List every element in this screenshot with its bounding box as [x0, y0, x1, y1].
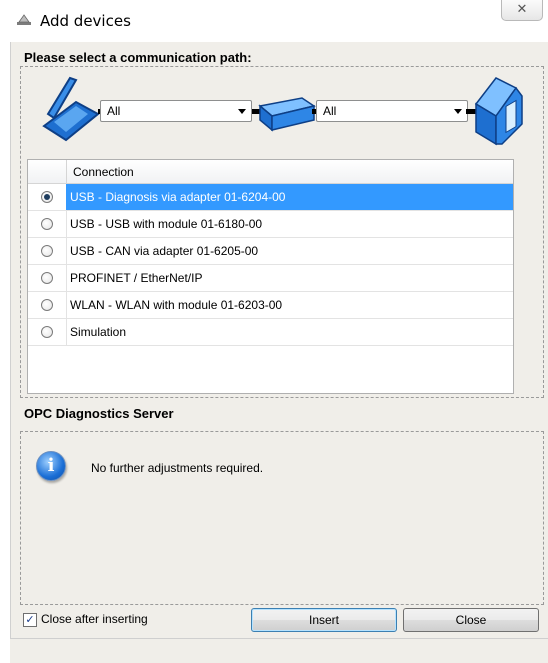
- radio-button[interactable]: [41, 245, 53, 257]
- chevron-down-icon: [238, 109, 246, 114]
- connection-row[interactable]: Simulation: [28, 319, 513, 346]
- laptop-icon: [42, 76, 100, 142]
- window-close-button[interactable]: ✕: [501, 0, 543, 21]
- info-message: No further adjustments required.: [91, 461, 264, 475]
- connection-label: PROFINET / EtherNet/IP: [70, 271, 203, 285]
- device-icon: [474, 77, 523, 146]
- device-combo-value: All: [323, 104, 337, 118]
- path-section-label: Please select a communication path:: [24, 50, 252, 65]
- close-button[interactable]: Close: [403, 608, 539, 632]
- connection-label: Simulation: [70, 325, 127, 339]
- window-title: Add devices: [40, 12, 131, 30]
- radio-button[interactable]: [41, 218, 53, 230]
- connection-grid: Connection USB - Diagnosis via adapter 0…: [27, 159, 514, 394]
- device-combo[interactable]: All: [316, 100, 468, 122]
- close-after-inserting-label[interactable]: Close after inserting: [41, 612, 148, 626]
- grid-header: Connection: [28, 160, 513, 184]
- close-after-inserting-checkbox[interactable]: ✓: [23, 613, 37, 627]
- connection-label: USB - CAN via adapter 01-6205-00: [70, 244, 259, 258]
- radio-button-selected[interactable]: [41, 191, 53, 203]
- server-panel: [20, 431, 544, 605]
- connection-column-header[interactable]: Connection: [73, 165, 134, 179]
- app-icon: [17, 14, 31, 25]
- connection-row[interactable]: USB - Diagnosis via adapter 01-6204-00: [28, 184, 513, 211]
- chevron-down-icon: [454, 109, 462, 114]
- connection-label: USB - Diagnosis via adapter 01-6204-00: [70, 190, 286, 204]
- grid-header-select-column: [28, 160, 67, 183]
- radio-button[interactable]: [41, 272, 53, 284]
- server-section-label: OPC Diagnostics Server: [24, 406, 174, 421]
- interface-combo[interactable]: All: [100, 100, 252, 122]
- connection-label: USB - USB with module 01-6180-00: [70, 217, 263, 231]
- info-icon: i: [36, 451, 66, 481]
- connection-label: WLAN - WLAN with module 01-6203-00: [70, 298, 283, 312]
- connection-row[interactable]: WLAN - WLAN with module 01-6203-00: [28, 292, 513, 319]
- connection-row[interactable]: PROFINET / EtherNet/IP: [28, 265, 513, 292]
- adapter-icon: [258, 97, 316, 132]
- status-bar: [10, 638, 548, 663]
- insert-button[interactable]: Insert: [251, 608, 397, 632]
- connection-row[interactable]: USB - CAN via adapter 01-6205-00: [28, 238, 513, 265]
- interface-combo-value: All: [107, 104, 121, 118]
- connection-row[interactable]: USB - USB with module 01-6180-00: [28, 211, 513, 238]
- radio-button[interactable]: [41, 326, 53, 338]
- radio-button[interactable]: [41, 299, 53, 311]
- title-bar: Add devices ✕: [0, 0, 548, 42]
